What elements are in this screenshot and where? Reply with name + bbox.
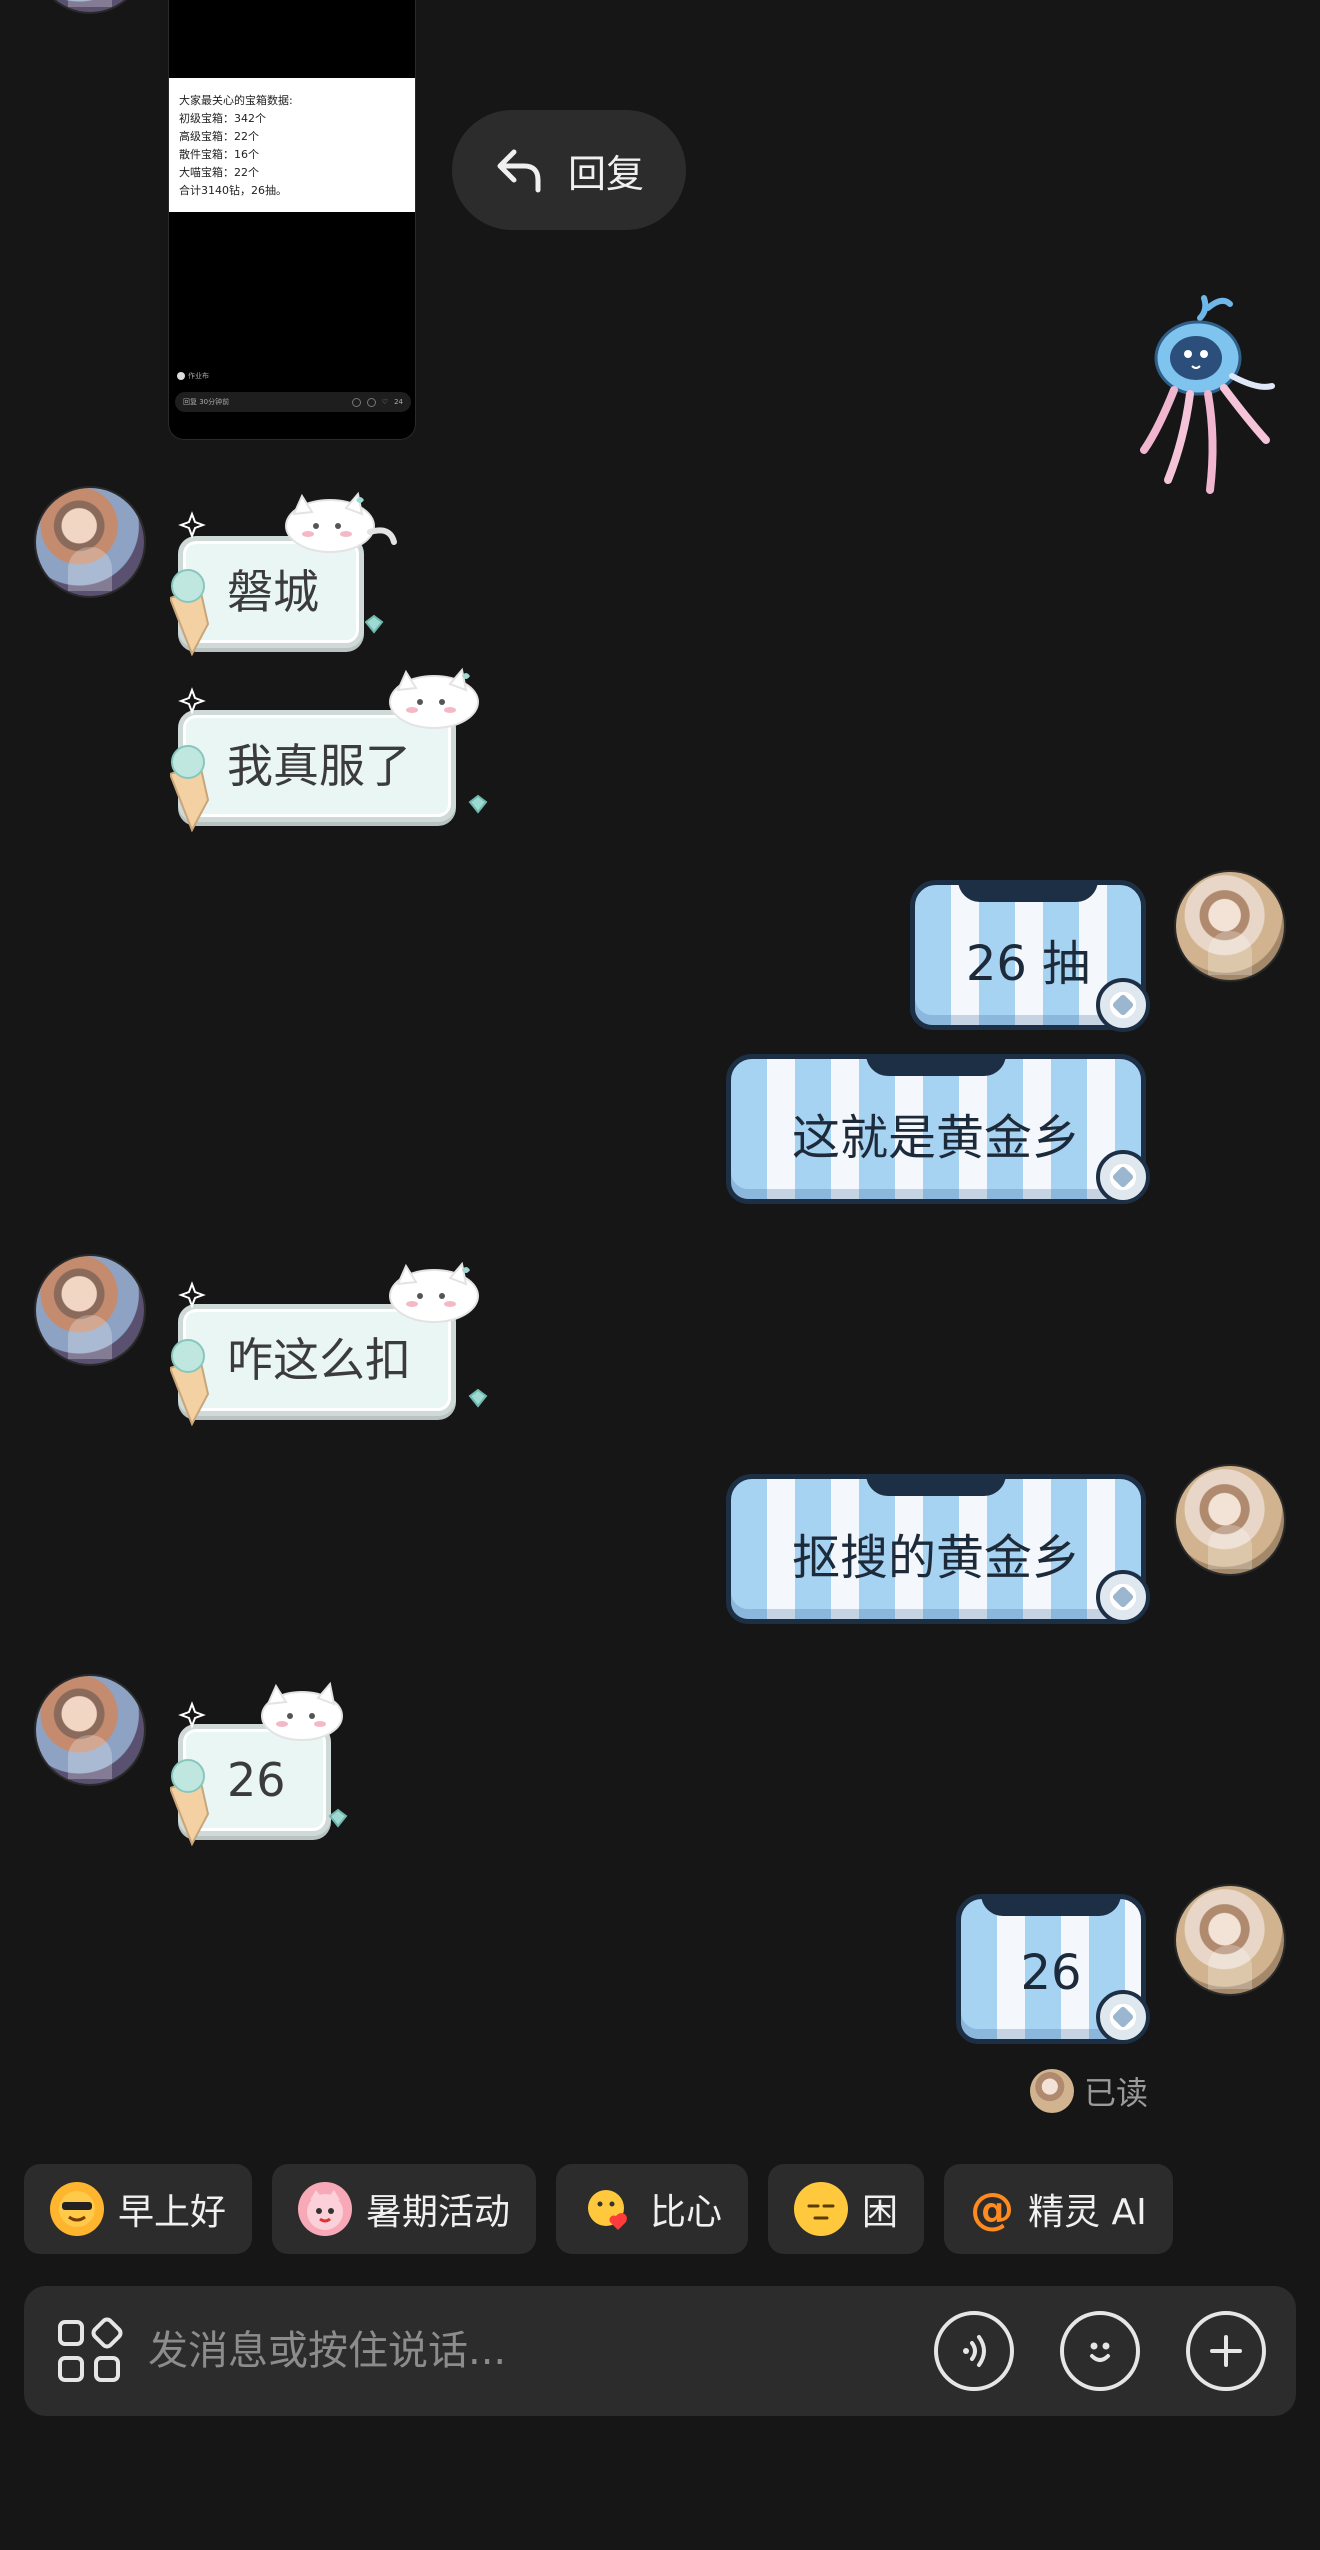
- message-text: 这就是黄金乡: [791, 1110, 1080, 1166]
- quick-reply-bar: 早上好 暑期活动 比心 困 @ 精灵 AI: [24, 2164, 1173, 2254]
- my-avatar[interactable]: [1176, 1466, 1284, 1574]
- my-avatar[interactable]: [1176, 1886, 1284, 1994]
- quick-reply-label: 暑期活动: [366, 2192, 511, 2233]
- message-text: 我真服了: [227, 739, 411, 793]
- sender-avatar-top[interactable]: [36, 0, 144, 12]
- message-text: 26: [227, 1753, 286, 1807]
- post-like-count: 24: [394, 398, 403, 406]
- my-avatar[interactable]: [1176, 872, 1284, 980]
- quick-reply-label: 比心: [650, 2192, 723, 2233]
- apps-icon[interactable]: [54, 2316, 124, 2386]
- at-icon: @: [970, 2183, 1015, 2235]
- sender-avatar[interactable]: [36, 1256, 144, 1364]
- mini-emoji-icon: [351, 397, 361, 407]
- post-comment-placeholder: 回复 30分钟前: [183, 398, 230, 406]
- message-text: 磐城: [227, 565, 319, 619]
- reply-button[interactable]: 回复: [452, 110, 686, 230]
- quick-reply-heart[interactable]: 比心: [556, 2164, 749, 2254]
- message-bubble[interactable]: 咋这么扣: [178, 1304, 456, 1416]
- quick-reply-label: 精灵 AI: [1028, 2192, 1147, 2233]
- post-footer-note: 作业布: [177, 371, 209, 381]
- message-text: 26 抽: [965, 936, 1091, 992]
- quick-reply-label: 早上好: [118, 2192, 227, 2233]
- shared-screenshot-card[interactable]: 大家最关心的宝箱数据: 初级宝箱：342个 高级宝箱：22个 散件宝箱：16个 …: [168, 0, 416, 440]
- message-bubble[interactable]: 我真服了: [178, 710, 456, 822]
- emoji-icon: [1090, 2342, 1110, 2362]
- reader-avatar: [1030, 2069, 1074, 2113]
- plus-icon: [1210, 2335, 1242, 2367]
- author-dot-icon: [177, 372, 185, 380]
- post-line: 大家最关心的宝箱数据:: [179, 94, 293, 107]
- message-bubble[interactable]: 磐城: [178, 536, 364, 648]
- message-bubble[interactable]: 26: [178, 1724, 331, 1836]
- pink-cat-icon: [298, 2182, 353, 2236]
- post-line: 高级宝箱：22个: [179, 130, 259, 143]
- post-comment-bar: 回复 30分钟前 ♡ 24: [175, 392, 411, 412]
- quick-reply-summer-event[interactable]: 暑期活动: [272, 2164, 537, 2254]
- message-bubble[interactable]: 抠搜的黄金乡: [726, 1474, 1146, 1624]
- reply-arrow-icon: [497, 149, 541, 193]
- mini-heart-icon: ♡: [381, 398, 389, 406]
- post-line: 合计3140钻，26抽。: [179, 184, 287, 197]
- post-line: 散件宝箱：16个: [179, 148, 259, 161]
- message-input[interactable]: [148, 2328, 888, 2374]
- plus-button[interactable]: [1186, 2311, 1266, 2391]
- sleepy-face-icon: [794, 2182, 849, 2236]
- shared-post-text: 大家最关心的宝箱数据: 初级宝箱：342个 高级宝箱：22个 散件宝箱：16个 …: [169, 78, 415, 212]
- quick-reply-ai[interactable]: @ 精灵 AI: [944, 2164, 1173, 2254]
- emoji-button[interactable]: [1060, 2311, 1140, 2391]
- message-bubble[interactable]: 这就是黄金乡: [726, 1054, 1146, 1204]
- sun-sunglasses-icon: [50, 2182, 104, 2236]
- message-text: 26: [1020, 1945, 1082, 2001]
- read-status-text: 已读: [1084, 2074, 1149, 2112]
- post-line: 大喵宝箱：22个: [179, 166, 259, 179]
- message-text: 抠搜的黄金乡: [791, 1530, 1080, 1586]
- soccer-ball-icon: [1096, 978, 1150, 1032]
- sender-avatar[interactable]: [36, 488, 144, 596]
- soccer-ball-icon: [1096, 1570, 1150, 1624]
- quick-reply-label: 困: [862, 2192, 899, 2233]
- sender-avatar[interactable]: [36, 1676, 144, 1784]
- quick-reply-sleepy[interactable]: 困: [768, 2164, 925, 2254]
- quick-reply-good-morning[interactable]: 早上好: [24, 2164, 253, 2254]
- heart-hands-icon: [582, 2182, 636, 2236]
- message-composer: [24, 2286, 1296, 2416]
- post-line: 初级宝箱：342个: [179, 112, 266, 125]
- voice-button[interactable]: [934, 2311, 1014, 2391]
- jellyfish-sticker[interactable]: [1138, 290, 1278, 500]
- soccer-ball-icon: [1096, 1150, 1150, 1204]
- read-receipt: 已读: [1030, 2068, 1148, 2114]
- message-text: 咋这么扣: [227, 1333, 411, 1387]
- voice-icon: [963, 2335, 986, 2367]
- soccer-ball-icon: [1096, 1990, 1150, 2044]
- post-footer-text: 作业布: [188, 372, 209, 380]
- reply-label: 回复: [567, 151, 644, 196]
- mini-plus-icon: [366, 397, 376, 407]
